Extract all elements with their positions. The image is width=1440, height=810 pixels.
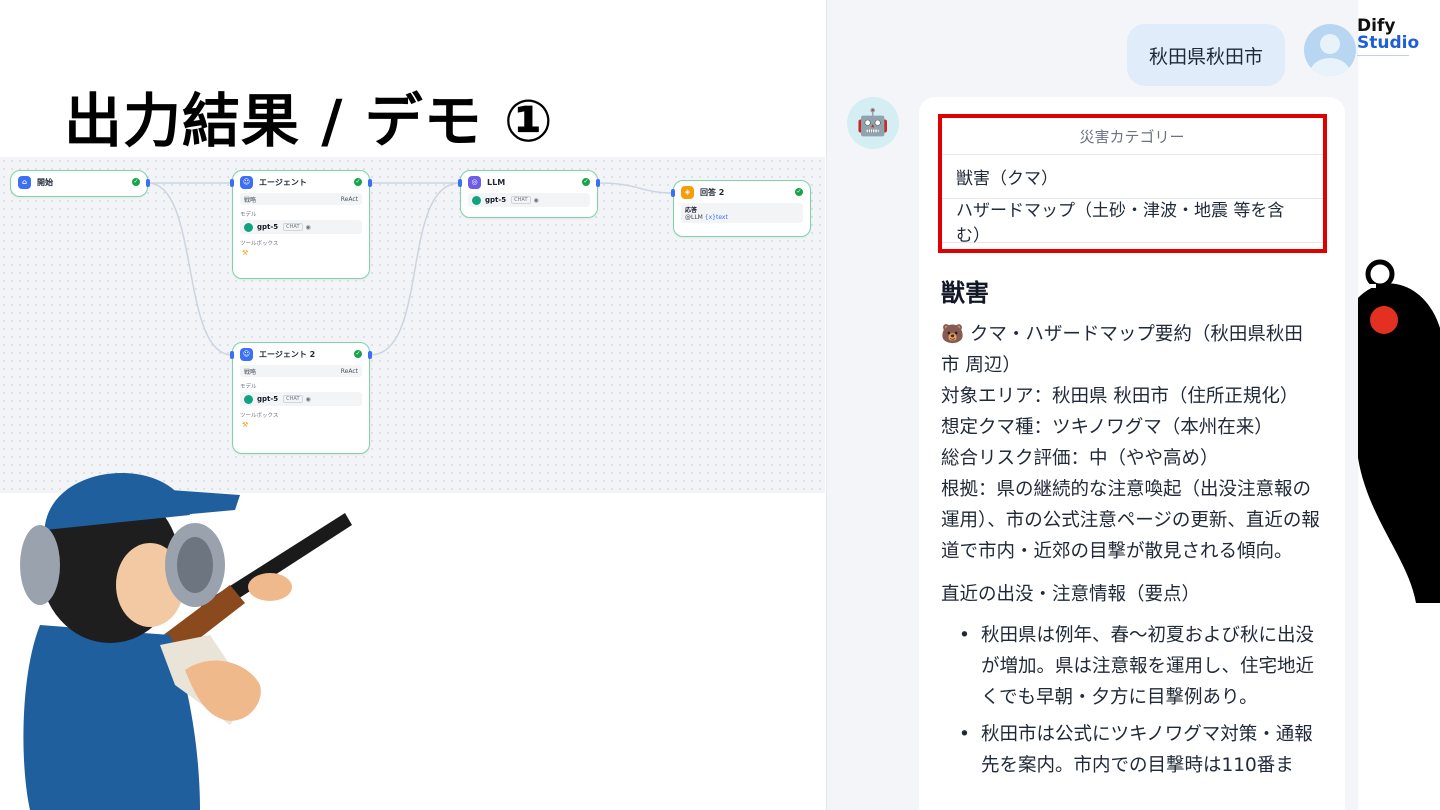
answer-value-prefix: @LLM: [685, 214, 703, 221]
eye-icon: ◉: [533, 196, 539, 204]
edge-llm-answer: [597, 182, 674, 194]
body-line: 対象エリア：秋田県 秋田市（住所正規化）: [941, 386, 1299, 407]
llm-icon: ◎: [468, 175, 481, 189]
section-title: 獣害: [941, 279, 989, 307]
bear-mascot-illustration: [1358, 259, 1440, 603]
strategy-row: 戦略 ReAct: [240, 193, 362, 205]
input-port[interactable]: [230, 351, 234, 359]
model-tag: CHAT: [283, 395, 303, 403]
openai-icon: [244, 222, 253, 232]
model-tag: CHAT: [511, 196, 531, 204]
input-port[interactable]: [458, 179, 462, 187]
input-port[interactable]: [671, 189, 675, 197]
hunter-illustration: [20, 472, 352, 810]
subheading: 直近の出没・注意情報（要点）: [941, 584, 1201, 605]
eye-icon: ◉: [305, 395, 311, 403]
openai-icon: [244, 394, 253, 404]
model-label: モデル: [240, 384, 257, 390]
tool-icon: ⚒: [242, 249, 249, 257]
list-item: 秋田県は例年、春〜初夏および秋に出没が増加。県は注意報を運用し、住宅地近くでも早…: [959, 620, 1321, 713]
home-icon: ⌂: [18, 175, 31, 189]
list-item: 秋田市は公式にツキノワグマ対策・通報先を案内。市内での目撃時は110番ま: [959, 719, 1321, 781]
dify-studio-logo: Dify Studio: [1357, 18, 1419, 56]
chat-panel: 秋田県秋田市 🤖 災害カテゴリー 獣害（クマ） ハザードマップ（土砂・津波・地震…: [826, 0, 1358, 810]
node-answer-title: 回答 2: [700, 187, 725, 197]
strategy-row: 戦略 ReAct: [240, 365, 362, 377]
output-port[interactable]: [596, 179, 600, 187]
model-label: モデル: [240, 212, 257, 218]
user-avatar: [1304, 24, 1356, 76]
node-llm-title: LLM: [487, 177, 506, 187]
success-check-icon: ✓: [354, 178, 362, 186]
answer-value-var: {x}text: [704, 214, 728, 221]
answer-field-label: 応答: [685, 207, 698, 214]
model-name: gpt-5: [485, 196, 507, 204]
success-check-icon: ✓: [795, 188, 803, 196]
answer-icon: ◈: [681, 185, 694, 199]
model-selector[interactable]: gpt-5 CHAT ◉: [468, 193, 590, 207]
body-line: 総合リスク評価：中（やや高め）: [941, 448, 1219, 469]
toolbox-label: ツールボックス: [240, 413, 279, 419]
node-start[interactable]: ⌂ 開始 ✓: [10, 170, 150, 197]
node-agent-1[interactable]: ☺ エージェント ✓ 戦略 ReAct モデル gpt-5 CHAT ◉ ツール…: [230, 170, 372, 279]
output-port[interactable]: [368, 179, 372, 187]
highlight-box: [938, 114, 1327, 253]
toolbox-label: ツールボックス: [240, 241, 279, 247]
strategy-label: 戦略: [244, 196, 257, 204]
success-check-icon: ✓: [582, 178, 590, 186]
model-selector[interactable]: gpt-5 CHAT ◉: [240, 392, 362, 406]
node-start-title: 開始: [37, 177, 53, 187]
bullet-list: 秋田県は例年、春〜初夏および秋に出没が増加。県は注意報を運用し、住宅地近くでも早…: [941, 620, 1321, 781]
node-answer-2[interactable]: ◈ 回答 2 ✓ 応答 @LLM {x}text: [671, 180, 811, 237]
strategy-label: 戦略: [244, 368, 257, 376]
user-message: 秋田県秋田市: [1127, 24, 1286, 86]
model-selector[interactable]: gpt-5 CHAT ◉: [240, 220, 362, 234]
eye-icon: ◉: [305, 223, 311, 231]
model-tag: CHAT: [283, 223, 303, 231]
agent-icon: ☺: [240, 347, 253, 361]
body-line: 根拠：県の継続的な注意喚起（出没注意報の運用）、市の公式注意ページの更新、直近の…: [941, 479, 1320, 562]
agent-icon: ☺: [240, 175, 253, 189]
output-port[interactable]: [146, 179, 150, 187]
input-port[interactable]: [230, 179, 234, 187]
edge-start-agent2: [147, 182, 233, 356]
edge-agent2-llm: [369, 182, 461, 356]
body-line: 🐻 クマ・ハザードマップ要約（秋田県秋田市 周辺）: [941, 324, 1303, 376]
model-name: gpt-5: [257, 223, 279, 231]
openai-icon: [472, 195, 481, 205]
model-name: gpt-5: [257, 395, 279, 403]
body-line: 想定クマ種：ツキノワグマ（本州在来）: [941, 417, 1273, 438]
output-port[interactable]: [368, 351, 372, 359]
node-llm[interactable]: ◎ LLM ✓ gpt-5 CHAT ◉: [458, 170, 600, 218]
answer-field: 応答 @LLM {x}text: [681, 203, 803, 223]
logo-line-2: Studio: [1357, 33, 1420, 53]
tool-icon: ⚒: [242, 421, 249, 429]
slide-title: 出力結果 / デモ ①: [64, 87, 554, 155]
node-agent-2-title: エージェント 2: [259, 349, 316, 359]
strategy-value: ReAct: [340, 195, 358, 203]
success-check-icon: ✓: [132, 178, 140, 186]
bot-avatar-icon: 🤖: [847, 97, 899, 149]
bot-response-card: 災害カテゴリー 獣害（クマ） ハザードマップ（土砂・津波・地震 等を含む） 獣害…: [919, 97, 1345, 810]
strategy-value: ReAct: [340, 367, 358, 375]
node-agent-1-title: エージェント: [259, 177, 307, 187]
response-body: 🐻 クマ・ハザードマップ要約（秋田県秋田市 周辺） 対象エリア：秋田県 秋田市（…: [941, 319, 1321, 787]
success-check-icon: ✓: [354, 350, 362, 358]
